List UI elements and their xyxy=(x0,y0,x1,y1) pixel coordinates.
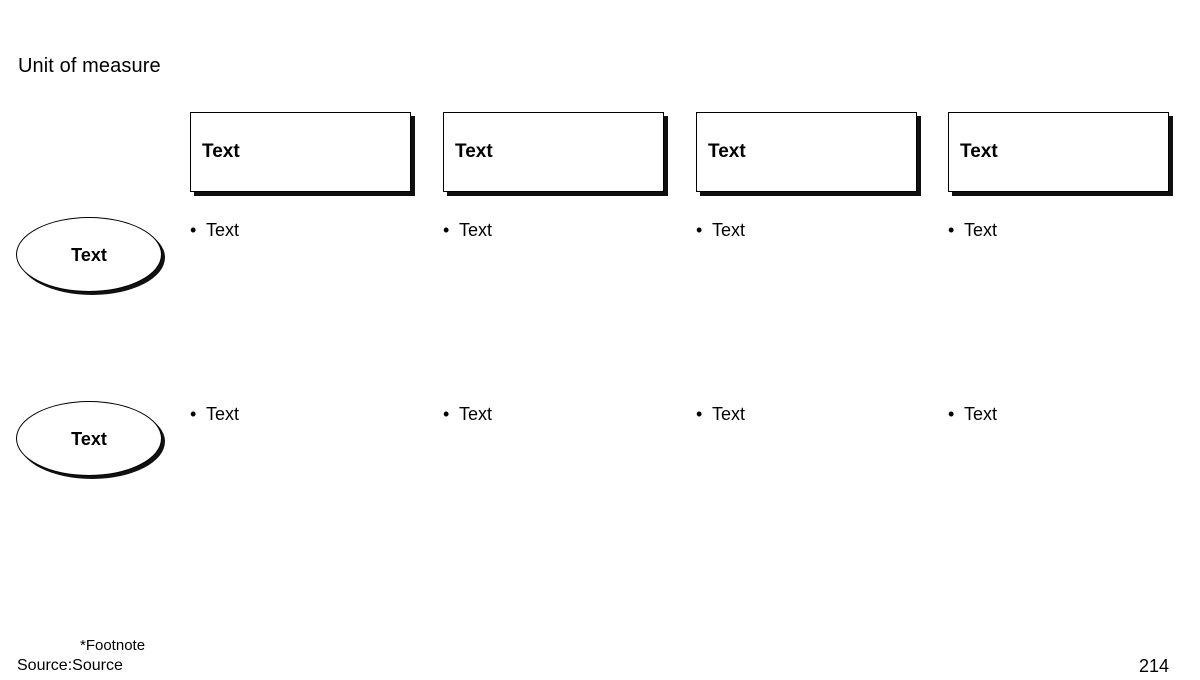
header-box-3[interactable]: Text xyxy=(696,112,917,192)
bullet-item-r2c3[interactable]: • Text xyxy=(696,402,745,426)
bullet-dot-icon: • xyxy=(696,220,703,240)
bullet-dot-icon: • xyxy=(190,404,197,424)
header-box-2[interactable]: Text xyxy=(443,112,664,192)
bullet-item-r2c4-label: Text xyxy=(964,404,998,424)
source-text: Source:Source xyxy=(17,657,123,674)
slide-canvas: Unit of measure Text Text Text Text Text… xyxy=(0,0,1200,680)
bullet-item-r1c3-label: Text xyxy=(712,220,746,240)
bullet-dot-icon: • xyxy=(190,220,197,240)
bullet-dot-icon: • xyxy=(948,404,955,424)
page-number: 214 xyxy=(1139,656,1170,676)
bullet-dot-icon: • xyxy=(948,220,955,240)
bullet-dot-icon: • xyxy=(443,404,450,424)
header-box-4[interactable]: Text xyxy=(948,112,1169,192)
header-box-4-label: Text xyxy=(960,141,998,162)
bullet-item-r1c1[interactable]: • Text xyxy=(190,218,239,242)
row-label-ellipse-1[interactable]: Text xyxy=(16,217,162,292)
page-title: Unit of measure xyxy=(18,55,161,77)
bullet-item-r1c3[interactable]: • Text xyxy=(696,218,745,242)
row-label-ellipse-1-label: Text xyxy=(71,244,107,265)
header-box-1[interactable]: Text xyxy=(190,112,411,192)
bullet-item-r1c2-label: Text xyxy=(459,220,493,240)
row-label-ellipse-2[interactable]: Text xyxy=(16,401,162,476)
bullet-item-r2c2-label: Text xyxy=(459,404,493,424)
bullet-item-r2c4[interactable]: • Text xyxy=(948,402,997,426)
bullet-dot-icon: • xyxy=(696,404,703,424)
header-box-2-label: Text xyxy=(455,141,493,162)
bullet-item-r1c2[interactable]: • Text xyxy=(443,218,492,242)
bullet-dot-icon: • xyxy=(443,220,450,240)
bullet-item-r2c3-label: Text xyxy=(712,404,746,424)
bullet-item-r1c4[interactable]: • Text xyxy=(948,218,997,242)
row-label-ellipse-2-label: Text xyxy=(71,428,107,449)
bullet-item-r2c2[interactable]: • Text xyxy=(443,402,492,426)
header-box-3-label: Text xyxy=(708,141,746,162)
footnote-text: *Footnote xyxy=(80,637,146,654)
bullet-item-r1c4-label: Text xyxy=(964,220,998,240)
bullet-item-r2c1-label: Text xyxy=(206,404,240,424)
bullet-item-r2c1[interactable]: • Text xyxy=(190,402,239,426)
header-box-1-label: Text xyxy=(202,141,240,162)
bullet-item-r1c1-label: Text xyxy=(206,220,240,240)
